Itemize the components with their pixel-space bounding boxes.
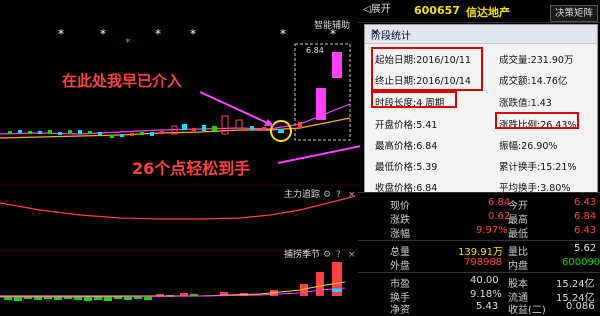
change-highlight-box — [495, 112, 579, 129]
quote-value: 6.84 — [488, 197, 511, 208]
annotation-gain-text: 26个点轻松到手 — [132, 159, 250, 178]
high-price: 最高价格:6.84 — [375, 141, 438, 152]
signal-star: * — [100, 27, 106, 41]
quote-label: 收益(二) — [508, 305, 546, 316]
ma-line — [0, 117, 351, 139]
stock-name: 信达地产 — [466, 6, 510, 19]
quote-label: 内盘 — [508, 261, 528, 272]
signal-star: * — [125, 36, 131, 49]
ma-line — [0, 103, 351, 135]
signal-star: * — [190, 27, 196, 41]
quote-value: 0.62 — [488, 211, 511, 222]
quote-label: 净资 — [390, 305, 410, 316]
price-label: 6.84 — [306, 46, 324, 55]
oscillator-bars — [4, 262, 342, 301]
signal-star: * — [155, 27, 161, 41]
quote-value: 5.43 — [476, 301, 499, 312]
settings-icon: ⚙ — [323, 250, 331, 260]
candlestick-chart[interactable]: * * * * * * * 智能辅助 6.84 在此处我早已介入 26个点轻松到… — [0, 0, 499, 310]
help-icon: ? — [336, 250, 341, 260]
quote-label: 最高 — [508, 215, 528, 226]
expand-button[interactable]: ◁展开 — [360, 3, 394, 17]
decision-matrix-button[interactable]: 决策矩阵 — [550, 5, 598, 22]
quote-value: 6.84 — [574, 211, 597, 222]
quote-panel: 现价 6.84 今开 6.43 涨跌 0.62 最高 6.84 涨幅 9.97%… — [358, 192, 600, 316]
date-highlight-box — [371, 47, 483, 91]
amplitude: 振幅:26.90% — [499, 141, 558, 152]
quote-label: 股本 — [508, 279, 528, 290]
signal-star: * — [58, 27, 64, 41]
annotation-entry-text: 在此处我早已介入 — [62, 72, 182, 90]
open-price: 开盘价格:5.41 — [375, 120, 438, 131]
settings-icon: ⚙ — [323, 190, 331, 200]
quote-value: 9.18% — [470, 289, 502, 300]
quote-label: 外盘 — [390, 261, 410, 272]
period-highlight-box — [371, 91, 457, 108]
quote-value: 0.086 — [566, 301, 595, 312]
quote-value: 15.24亿 — [556, 279, 595, 290]
close-icon: × — [348, 190, 356, 200]
quote-value: 5.62 — [574, 243, 597, 254]
quote-value: 6.43 — [574, 225, 597, 236]
quote-label: 涨幅 — [390, 229, 410, 240]
quote-label: 涨跌 — [390, 215, 410, 226]
quote-value: 798988 — [464, 257, 503, 268]
volume: 成交量:231.90万 — [499, 55, 574, 66]
low-price: 最低价格:5.39 — [375, 162, 438, 173]
help-icon: ? — [336, 190, 341, 200]
close-icon[interactable]: × — [371, 27, 593, 38]
close-icon: × — [348, 250, 356, 260]
cumulative-turnover: 累计换手:15.21% — [499, 162, 577, 173]
quote-value: 9.97% — [476, 225, 508, 236]
quote-value: 600090 — [562, 257, 600, 268]
stock-code: 600657 — [414, 4, 460, 17]
quote-label: 量比 — [508, 247, 528, 258]
change-value: 涨跌值:1.43 — [499, 98, 552, 109]
chart-svg[interactable]: * * * * * * * 智能辅助 6.84 在此处我早已介入 26个点轻松到… — [0, 0, 499, 310]
quote-value: 6.43 — [574, 197, 597, 208]
quote-label: 今开 — [508, 201, 528, 212]
panel-title-bar[interactable]: 阶段统计 × — [365, 25, 597, 44]
quote-value: 40.00 — [470, 275, 499, 286]
turnover-amount: 成交额:14.76亿 — [499, 76, 568, 87]
quote-label: 现价 — [390, 201, 410, 212]
indicator-title: 智能辅助 — [314, 19, 350, 31]
quote-label: 最低 — [508, 229, 528, 240]
annotation-arrow — [199, 91, 275, 127]
signal-star: * — [280, 27, 286, 41]
quote-value: 139.91万 — [458, 247, 503, 258]
indicator2-title: 捕捞季节 — [284, 248, 320, 260]
quote-label: 市盈 — [390, 279, 410, 290]
quote-label: 总量 — [390, 247, 410, 258]
signal-line — [0, 281, 346, 297]
stage-stats-panel: 阶段统计 × 起始日期:2016/10/11 终止日期:2016/10/14 时… — [364, 24, 598, 194]
indicator1-title: 主力追踪 — [284, 188, 320, 200]
